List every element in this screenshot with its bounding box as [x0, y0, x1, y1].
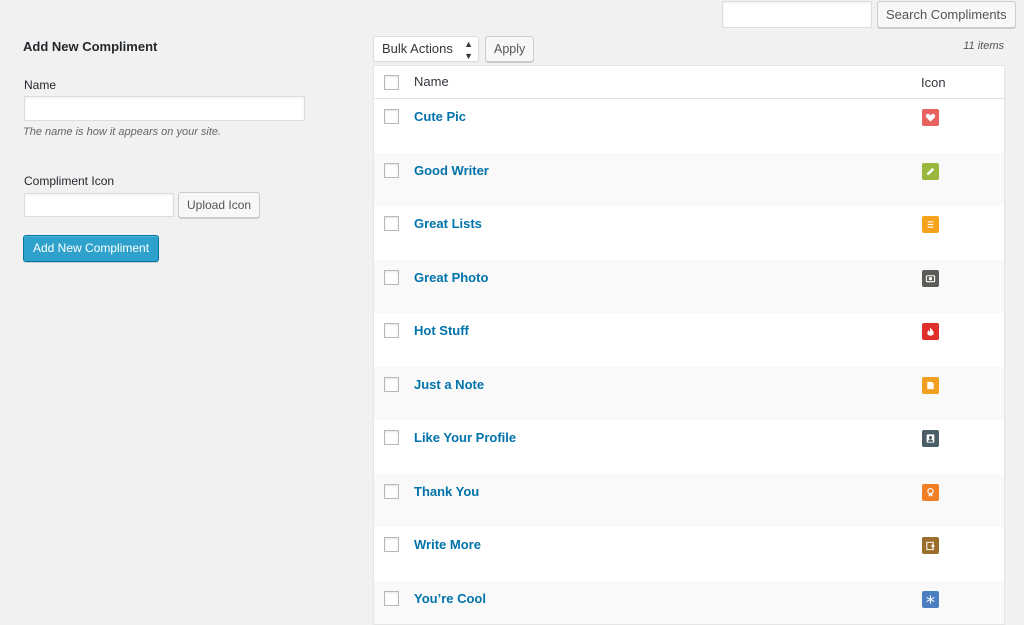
camera-icon — [922, 269, 939, 287]
row-checkbox[interactable] — [384, 590, 399, 606]
row-checkbox[interactable] — [384, 162, 399, 178]
table-row: Cute Pic — [374, 99, 1004, 153]
profile-icon — [922, 430, 939, 447]
bulk-actions-select[interactable]: Bulk Actions ▲ ▼ — [373, 36, 479, 62]
compliment-name-link[interactable]: Good Writer — [414, 163, 489, 178]
compliment-icon-input[interactable] — [24, 193, 174, 217]
table-row: Great Lists — [374, 206, 1004, 260]
table-header: Name Icon — [374, 66, 1004, 99]
compliment-name-link[interactable]: You’re Cool — [414, 591, 486, 606]
name-hint: The name is how it appears on your site. — [23, 126, 222, 138]
upload-icon-button[interactable]: Upload Icon — [178, 192, 261, 218]
compliment-name-link[interactable]: Cute Pic — [414, 109, 466, 124]
bulk-actions-value: Bulk Actions — [382, 41, 453, 56]
column-header-icon: Icon — [921, 75, 946, 90]
row-checkbox[interactable] — [384, 323, 399, 338]
list-icon — [922, 216, 939, 233]
table-row: You’re Cool — [374, 580, 1004, 624]
table-row: Good Writer — [374, 152, 1004, 206]
search-input[interactable] — [722, 1, 872, 28]
table-row: Hot Stuff — [374, 313, 1004, 367]
compliment-name-link[interactable]: Thank You — [414, 484, 479, 499]
select-all-checkbox[interactable] — [384, 75, 399, 90]
table-body: Cute Pic Good Writer Great Lists Great Phot… — [374, 99, 1004, 624]
note-icon — [922, 376, 939, 394]
row-checkbox[interactable] — [384, 430, 399, 445]
pencil-icon — [922, 162, 939, 180]
column-header-name[interactable]: Name — [414, 74, 449, 89]
name-input[interactable] — [24, 96, 305, 121]
compliments-table: Name Icon Cute Pic Good Writer Great Lists… — [373, 65, 1005, 625]
table-row: Thank You — [374, 473, 1004, 527]
row-checkbox[interactable] — [384, 216, 399, 231]
compliment-name-link[interactable]: Great Lists — [414, 216, 482, 231]
row-checkbox[interactable] — [384, 109, 399, 124]
table-row: Like Your Profile — [374, 420, 1004, 474]
flame-icon — [922, 323, 939, 340]
row-checkbox[interactable] — [384, 483, 399, 499]
search-compliments-button[interactable]: Search Compliments — [877, 1, 1016, 28]
select-arrows-icon: ▲ ▼ — [464, 39, 473, 61]
table-row: Just a Note — [374, 366, 1004, 420]
apply-button[interactable]: Apply — [485, 36, 535, 62]
compliment-name-link[interactable]: Just a Note — [414, 377, 484, 392]
form-title: Add New Compliment — [23, 39, 158, 54]
items-count: 11 items — [963, 40, 1004, 52]
table-row: Great Photo — [374, 259, 1004, 313]
snowflake-icon — [922, 590, 939, 608]
row-checkbox[interactable] — [384, 537, 399, 552]
ribbon-icon — [922, 483, 939, 501]
name-label: Name — [24, 78, 57, 92]
row-checkbox[interactable] — [384, 269, 399, 285]
add-compliment-form: Add New Compliment Name The name is how … — [23, 39, 313, 262]
compliment-name-link[interactable]: Great Photo — [414, 270, 488, 285]
compliment-icon-label: Compliment Icon — [24, 174, 115, 188]
write-more-icon — [922, 537, 939, 554]
add-new-compliment-button[interactable]: Add New Compliment — [23, 235, 160, 262]
heart-icon — [922, 109, 939, 126]
table-row: Write More — [374, 527, 1004, 581]
row-checkbox[interactable] — [384, 376, 399, 392]
compliment-name-link[interactable]: Like Your Profile — [414, 430, 516, 445]
compliment-name-link[interactable]: Hot Stuff — [414, 323, 469, 338]
compliment-name-link[interactable]: Write More — [414, 537, 481, 552]
